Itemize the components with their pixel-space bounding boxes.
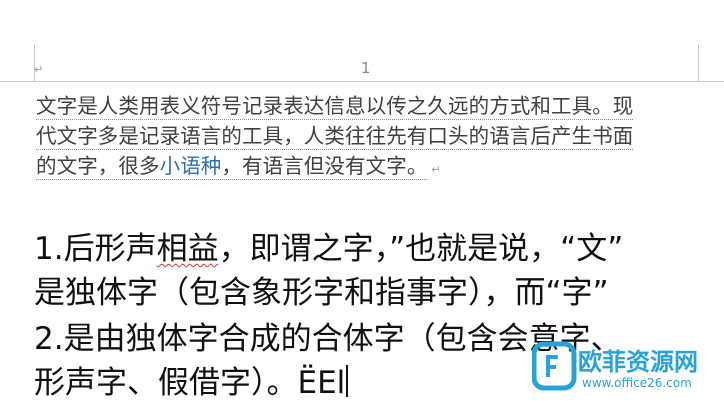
paragraph-line-1: 文字是人类用表义符号记录表达信息以传之久远的方式和工具。现: [36, 94, 634, 120]
watermark-logo-icon: [532, 341, 577, 391]
paragraph-text[interactable]: 的文字，很多: [36, 154, 160, 178]
large-text-line-2[interactable]: 是独体字（包含象形字和指事字），而“字”: [34, 273, 724, 313]
watermark-title: 欧菲资源网: [578, 348, 698, 376]
paragraph-text[interactable]: ，有语言但没有文字。: [221, 154, 427, 178]
header-margin-right: [698, 44, 699, 81]
watermark: 欧菲资源网 www.office26.com: [532, 338, 722, 398]
body-paragraph-small[interactable]: 文字是人类用表义符号记录表达信息以传之久远的方式和工具。现 代文字多是记录语言的…: [36, 92, 700, 182]
header-divider: [0, 81, 724, 82]
paragraph-line-2: 代文字多是记录语言的工具，人类往往先有口头的语言后产生书面: [36, 124, 634, 150]
hyperlink-small-language[interactable]: 小语种: [160, 154, 222, 178]
paragraph-return-mark: ↵: [431, 163, 441, 176]
paragraph-line-3: 的文字，很多小语种，有语言但没有文字。 ↵: [36, 152, 700, 182]
spellcheck-flagged-word[interactable]: 相益: [157, 231, 219, 267]
watermark-url: www.office26.com: [582, 376, 692, 390]
text-cursor: [346, 365, 348, 397]
header-return-mark: ↵: [34, 63, 44, 76]
large-text-line-1[interactable]: 1.后形声相益，即谓之字，”也就是说，“文”: [34, 229, 724, 269]
page-number[interactable]: 1: [361, 60, 371, 76]
